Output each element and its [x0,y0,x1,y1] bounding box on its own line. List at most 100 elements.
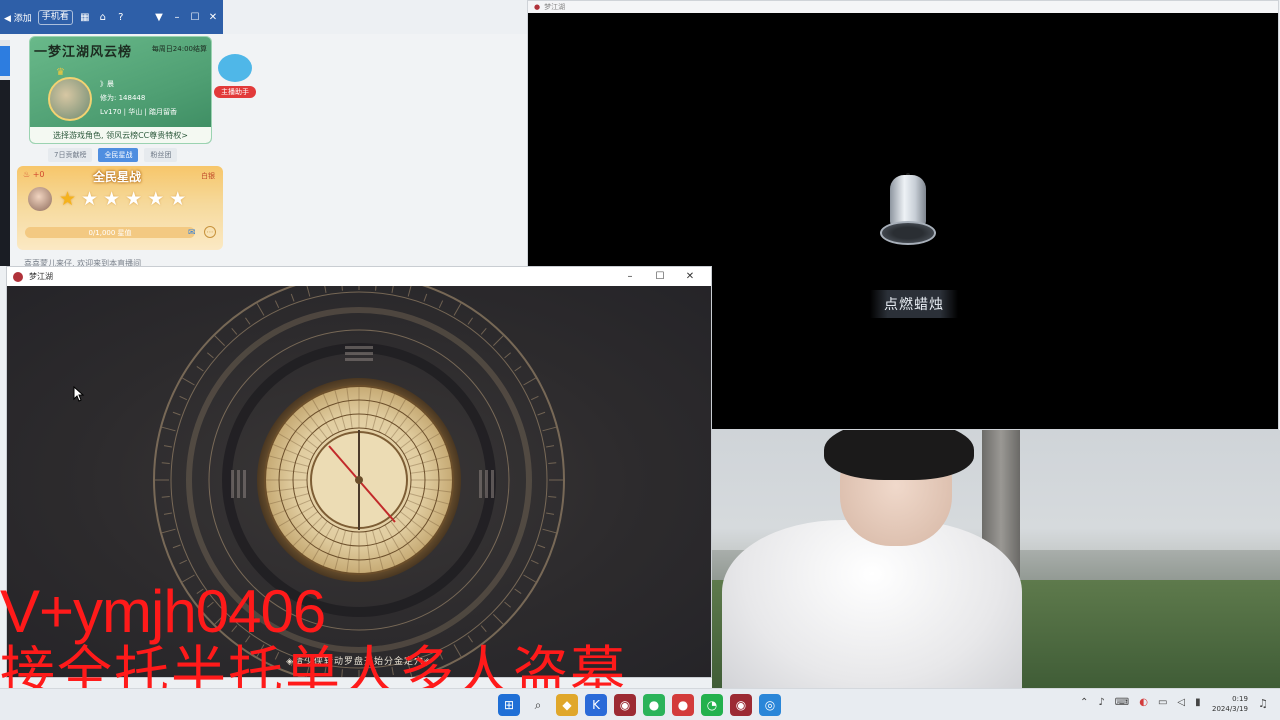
app-k-icon[interactable]: K [585,694,607,716]
leaderboard-card[interactable]: 一梦江湖风云榜 每周日24:00结算 ♛ 》晨 修为: 148448 Lv170… [29,36,212,144]
mobile-view-button[interactable]: 手机看 [37,9,73,25]
more-icon[interactable]: ⋯ [204,226,216,238]
stream-tool-strip: ◀ 添加 手机看 ▦ ⌂ ? ▼ – ☐ ✕ [0,0,223,34]
compass-tick [423,293,428,302]
star-icon: ★ [81,188,99,210]
top-player-name: 》晨 [100,80,114,88]
taskbar: ⊞ ⌕ ◆ K ◉ ● ● ◔ ◉ ◎ ⌃ ♪ ⌨ ◐ ▭ ◁ ▮ 0:19 2024/3/19 … [0,688,1280,720]
sound-toggle[interactable]: ◀ 添加 [4,11,32,24]
browser-icon[interactable]: ◎ [759,694,781,716]
compass-tick [161,528,176,534]
compass-tick [514,588,522,594]
compass-window-titlebar[interactable]: 梦江湖 – ☐ ✕ [7,267,711,286]
tab-7day-contribution[interactable]: 7日贡献榜 [48,148,93,162]
tab-star-battle[interactable]: 全民星战 [98,148,139,162]
leaderboard-title: 一梦江湖风云榜 [34,45,133,60]
app-red-icon[interactable]: ● [672,694,694,716]
maximize-icon[interactable]: ☐ [189,11,201,23]
compass-tick [523,574,536,583]
rail-active-marker[interactable] [0,46,10,76]
compass-tick [163,445,172,448]
compass-tick [407,286,412,297]
compass-tick [548,462,557,464]
streamer-assistant-mascot[interactable]: 主播助手 [214,52,256,98]
volume-icon[interactable]: ◁ [1177,697,1185,708]
mascot-face-icon [218,54,252,82]
compass-tick [523,377,536,386]
leaderboard-cta-link[interactable]: 选择游戏角色, 领风云榜CC尊贵特权> [30,127,211,143]
star-icon: ★ [147,188,165,210]
desktop: ◀ 添加 手机看 ▦ ⌂ ? ▼ – ☐ ✕ 一梦江湖风云榜 每周日24:00结… [0,0,1280,720]
window-close-button[interactable]: ✕ [675,271,705,282]
grid-icon[interactable]: ▦ [79,11,91,23]
minimize-icon[interactable]: – [171,11,183,23]
game-icon-1[interactable]: ◉ [614,694,636,716]
compass-tick [172,411,181,416]
game-icon-2[interactable]: ◉ [730,694,752,716]
files-icon[interactable]: ◆ [556,694,578,716]
compass-tick [504,601,511,608]
compass-tick [453,303,462,316]
network-icon[interactable]: ▭ [1158,697,1167,708]
compass-tick [514,366,522,372]
window-minimize-button[interactable]: – [615,271,645,282]
tab-fan-club[interactable]: 粉丝团 [144,148,178,162]
compass-tick [214,335,226,347]
gift-icon[interactable]: ✉ [188,228,196,238]
photo-person-hair [824,430,974,480]
tier-label: 白银 [201,172,215,180]
compass-tick [537,411,546,416]
compass-window-title: 梦江湖 [29,272,53,281]
star-progress-bar: 0/1,000 星值 [25,227,195,238]
star-battle-card: ♨ +0 全民星战 白银 ★ ★ ★ ★ ★ ★ 0/1,000 星值 ✉ ⋯ [17,166,223,250]
help-icon[interactable]: ? [115,11,127,23]
microphone-icon[interactable]: ♪ [1098,697,1104,708]
light-candle-button[interactable]: 点燃蜡烛 [870,290,958,318]
candle-icon[interactable] [878,173,938,263]
close-icon[interactable]: ✕ [207,11,219,23]
star-rating: ★ ★ ★ ★ ★ ★ [59,188,186,210]
star-battle-title: 全民星战 [93,170,142,184]
compass-tick [341,286,343,291]
compass-tick [231,328,238,335]
compass-tick [530,395,539,401]
compass-tick [179,395,188,401]
windows-start-icon[interactable]: ⊞ [498,694,520,716]
tray-overflow-icon[interactable]: ⌃ [1080,697,1088,708]
compass-tick [542,528,557,534]
compass-pivot [355,476,363,484]
candle-dish [880,221,936,245]
star-icon: ★ [59,188,77,210]
compass-tick [480,625,487,632]
battery-icon[interactable]: ▮ [1195,697,1201,708]
streamer-avatar[interactable] [28,187,52,211]
compass-tick [492,335,504,347]
compass-tick [391,286,394,293]
system-tray: ⌃ ♪ ⌨ ◐ ▭ ◁ ▮ [1080,697,1201,708]
antivirus-icon[interactable]: ◐ [1139,697,1148,708]
compass-tick [492,613,504,625]
search-icon[interactable]: ⌕ [527,694,549,716]
rank-tabs: 7日贡献榜 全民星战 粉丝团 [48,148,178,162]
compass-tick [438,300,444,309]
input-method-icon[interactable]: ⌨ [1115,697,1129,708]
candle-wax [890,175,926,227]
camera-photo [712,430,1280,688]
pin-icon[interactable]: ⌂ [97,11,109,23]
app-green-icon[interactable]: ● [643,694,665,716]
notification-bell-icon[interactable]: ♫ [1258,697,1268,710]
compass-tick [537,544,546,549]
compass-tick [196,366,204,372]
wechat-icon[interactable]: ◔ [701,694,723,716]
dropdown-icon[interactable]: ▼ [153,11,165,23]
compass-tick [542,426,557,432]
compass-tick [480,328,487,335]
top-player-avatar[interactable] [48,77,92,121]
candle-window-titlebar[interactable]: ● 梦江湖 [528,1,1278,13]
window-maximize-button[interactable]: ☐ [645,271,675,282]
compass-tick [163,512,172,515]
streamer-assistant-badge[interactable]: 主播助手 [214,86,256,98]
compass-tick [324,286,327,293]
system-clock[interactable]: 0:19 2024/3/19 [1212,694,1248,714]
top-player-level: Lv170 | 华山 | 踏月留香 [100,108,178,116]
